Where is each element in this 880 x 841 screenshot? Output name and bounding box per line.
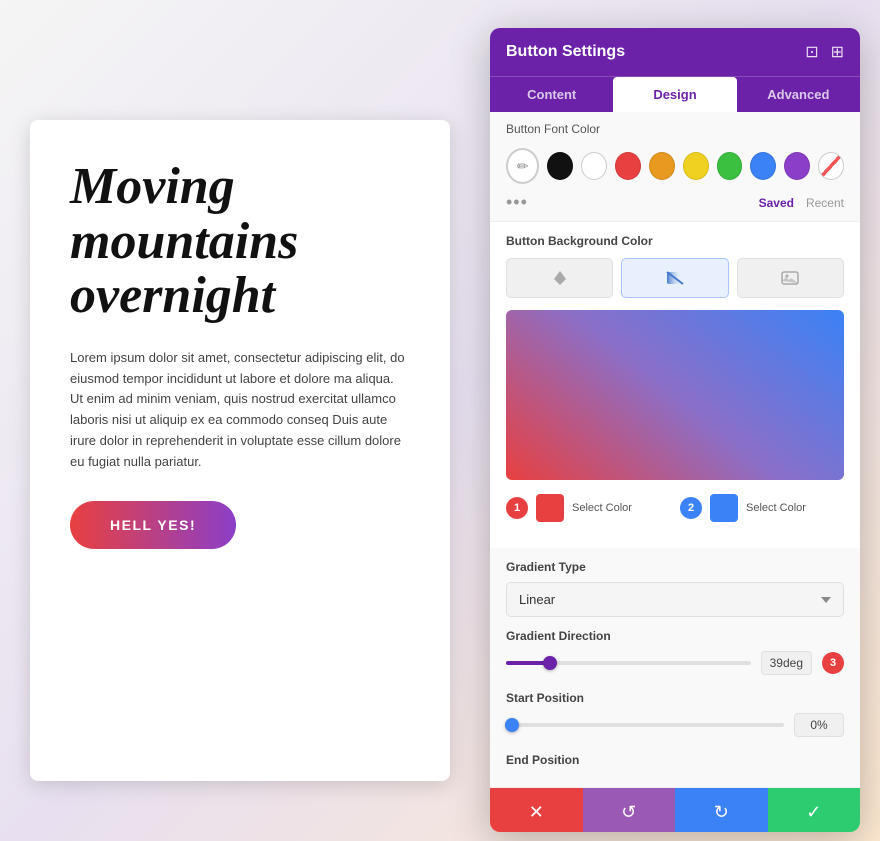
color-swatch-2[interactable] [710,494,738,522]
font-color-label: Button Font Color [490,112,860,142]
color-swatches-row: ✏ [490,142,860,188]
bg-type-solid[interactable] [506,258,613,298]
color-swatch-1[interactable] [536,494,564,522]
select-color-label-1[interactable]: Select Color [572,502,632,514]
reset-direction-badge[interactable]: 3 [822,652,844,674]
start-position-label: Start Position [506,691,844,705]
page-body: Lorem ipsum dolor sit amet, consectetur … [70,348,410,473]
color-sel-group-1: 1 Select Color [506,494,670,522]
settings-panel: Button Settings ⊡ ⊞ Content Design Advan… [490,28,860,832]
gradient-type-select[interactable]: Linear [506,582,844,617]
tab-design[interactable]: Design [613,77,736,112]
gradient-direction-track[interactable] [506,661,751,665]
cancel-button[interactable]: ✕ [490,788,583,832]
end-position-section: End Position [490,753,860,787]
start-position-value: 0% [794,713,844,737]
swatch-yellow[interactable] [683,152,709,180]
fill-icon [551,269,569,287]
panel-header-icons: ⊡ ⊞ [805,42,844,62]
start-position-section: Start Position 0% [490,691,860,753]
gradient-type-label: Gradient Type [506,560,844,574]
color-num-1[interactable]: 1 [506,497,528,519]
panel-title: Button Settings [506,43,625,61]
panel-body: Button Font Color ✏ ••• Saved Recent But… [490,112,860,832]
swatch-none[interactable] [818,152,844,180]
reset-button[interactable]: ↺ [583,788,676,832]
page-canvas: Moving mountains overnight Lorem ipsum d… [30,120,450,781]
redo-button[interactable]: ↻ [675,788,768,832]
tab-content[interactable]: Content [490,77,613,112]
swatch-blue[interactable] [750,152,776,180]
start-position-row: 0% [506,713,844,737]
confirm-button[interactable]: ✓ [768,788,861,832]
bg-type-row [506,258,844,298]
start-position-thumb[interactable] [505,718,519,732]
start-position-track[interactable] [506,723,784,727]
cta-button[interactable]: HELL YES! [70,501,236,549]
swatch-purple[interactable] [784,152,810,180]
gradient-direction-thumb[interactable] [543,656,557,670]
bg-color-label: Button Background Color [506,234,844,248]
color-eyedropper-btn[interactable]: ✏ [506,148,539,184]
color-sel-group-2: 2 Select Color [680,494,844,522]
bg-type-gradient[interactable] [621,258,728,298]
gradient-direction-row: 39deg 3 [506,651,844,675]
tab-advanced[interactable]: Advanced [737,77,860,112]
resize-icon[interactable]: ⊡ [805,42,818,62]
bg-type-image[interactable] [737,258,844,298]
panel-header: Button Settings ⊡ ⊞ [490,28,860,76]
swatch-white[interactable] [581,152,607,180]
color-num-2[interactable]: 2 [680,497,702,519]
bg-color-section: Button Background Color [490,221,860,548]
gradient-type-section: Gradient Type Linear [490,548,860,629]
recent-link[interactable]: Recent [806,196,844,210]
panel-tabs: Content Design Advanced [490,76,860,112]
page-heading: Moving mountains overnight [70,160,410,324]
swatch-black[interactable] [547,152,573,180]
gradient-preview [506,310,844,480]
saved-recent-links: Saved Recent [759,196,844,210]
color-selector-row: 1 Select Color 2 Select Color [506,494,844,522]
image-icon [781,269,799,287]
saved-link[interactable]: Saved [759,196,794,210]
more-icon[interactable]: ••• [506,192,528,213]
gradient-direction-value: 39deg [761,651,812,675]
swatch-orange[interactable] [649,152,675,180]
swatch-green[interactable] [717,152,743,180]
select-color-label-2[interactable]: Select Color [746,502,806,514]
gradient-direction-section: Gradient Direction 39deg 3 [490,629,860,691]
columns-icon[interactable]: ⊞ [831,42,844,62]
gradient-direction-label: Gradient Direction [506,629,844,643]
swatch-red[interactable] [615,152,641,180]
gradient-icon [666,269,684,287]
panel-toolbar: ✕ ↺ ↻ ✓ [490,787,860,832]
end-position-label: End Position [506,753,844,767]
saved-recent-row: ••• Saved Recent [490,188,860,221]
